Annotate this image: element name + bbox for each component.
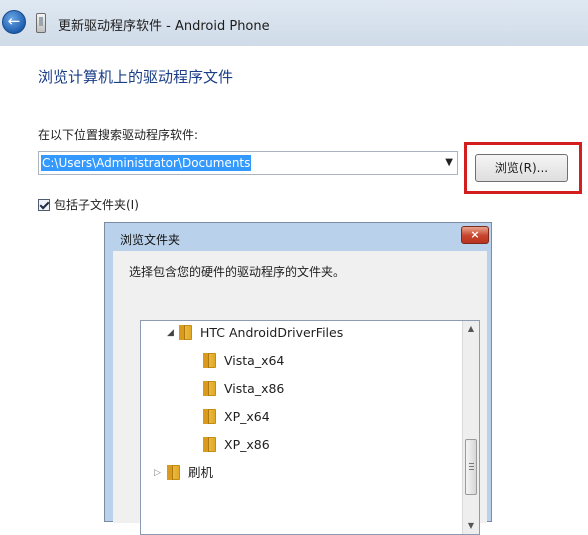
close-icon: ×: [470, 228, 480, 241]
grip-line: [469, 466, 474, 467]
dialog-prompt: 选择包含您的硬件的驱动程序的文件夹。: [129, 265, 346, 279]
scroll-up-icon[interactable]: ▲: [463, 321, 479, 337]
tree-item-label: XP_x64: [224, 409, 270, 424]
path-combobox[interactable]: C:\Users\Administrator\Documents ▼: [38, 151, 458, 175]
tree-item-label: 刷机: [188, 465, 214, 480]
search-location-label: 在以下位置搜索驱动程序软件:: [38, 128, 199, 142]
tree-item-htc-driver-files[interactable]: ◢ HTC AndroidDriverFiles: [167, 323, 344, 343]
close-button[interactable]: ×: [461, 226, 489, 244]
tree-item-label: Vista_x64: [224, 353, 285, 368]
grip-line: [469, 469, 474, 470]
tree-scrollbar[interactable]: ▲ ▼: [462, 321, 479, 534]
browse-folder-dialog: 浏览文件夹 × 选择包含您的硬件的驱动程序的文件夹。 ◢ HTC Android…: [104, 222, 492, 535]
folder-icon: [167, 465, 180, 480]
include-subfolders-row[interactable]: 包括子文件夹(I): [38, 196, 139, 212]
tree-item-label: Vista_x86: [224, 381, 285, 396]
tree-item-vista-x86[interactable]: Vista_x86: [203, 379, 284, 399]
title-bar: ← 更新驱动程序软件 - Android Phone: [0, 0, 588, 46]
tree-item-xp-x64[interactable]: XP_x64: [203, 407, 270, 427]
browse-button[interactable]: 浏览(R)...: [475, 154, 568, 182]
tree-item-vista-x64[interactable]: Vista_x64: [203, 351, 284, 371]
page-heading: 浏览计算机上的驱动程序文件: [38, 68, 234, 86]
chevron-down-icon[interactable]: ▼: [445, 157, 453, 168]
dialog-body: 选择包含您的硬件的驱动程序的文件夹。 ◢ HTC AndroidDriverFi…: [113, 251, 487, 535]
folder-icon: [179, 325, 192, 340]
tree-item-label: XP_x86: [224, 437, 270, 452]
tree-item-flash[interactable]: ▷ 刷机: [154, 463, 214, 483]
back-button[interactable]: ←: [2, 10, 26, 34]
expand-arrow-icon[interactable]: ▷: [154, 463, 161, 483]
back-arrow-icon: ←: [7, 12, 21, 30]
collapse-arrow-icon[interactable]: ◢: [167, 323, 174, 343]
grip-line: [469, 463, 474, 464]
path-input-value[interactable]: C:\Users\Administrator\Documents: [41, 155, 252, 171]
tree-item-xp-x86[interactable]: XP_x86: [203, 435, 270, 455]
dialog-title: 浏览文件夹: [120, 233, 181, 247]
scrollbar-thumb[interactable]: [465, 439, 477, 495]
folder-tree[interactable]: ◢ HTC AndroidDriverFiles Vista_x64 Vista…: [140, 320, 480, 535]
include-subfolders-label: 包括子文件夹(I): [54, 198, 139, 212]
window-title: 更新驱动程序软件 - Android Phone: [58, 19, 270, 34]
phone-device-icon: [36, 13, 46, 33]
folder-icon: [203, 353, 216, 368]
scroll-down-icon[interactable]: ▼: [463, 518, 479, 534]
tree-item-label: HTC AndroidDriverFiles: [200, 325, 344, 340]
folder-icon: [203, 409, 216, 424]
folder-icon: [203, 381, 216, 396]
folder-icon: [203, 437, 216, 452]
include-subfolders-checkbox[interactable]: [38, 199, 50, 211]
